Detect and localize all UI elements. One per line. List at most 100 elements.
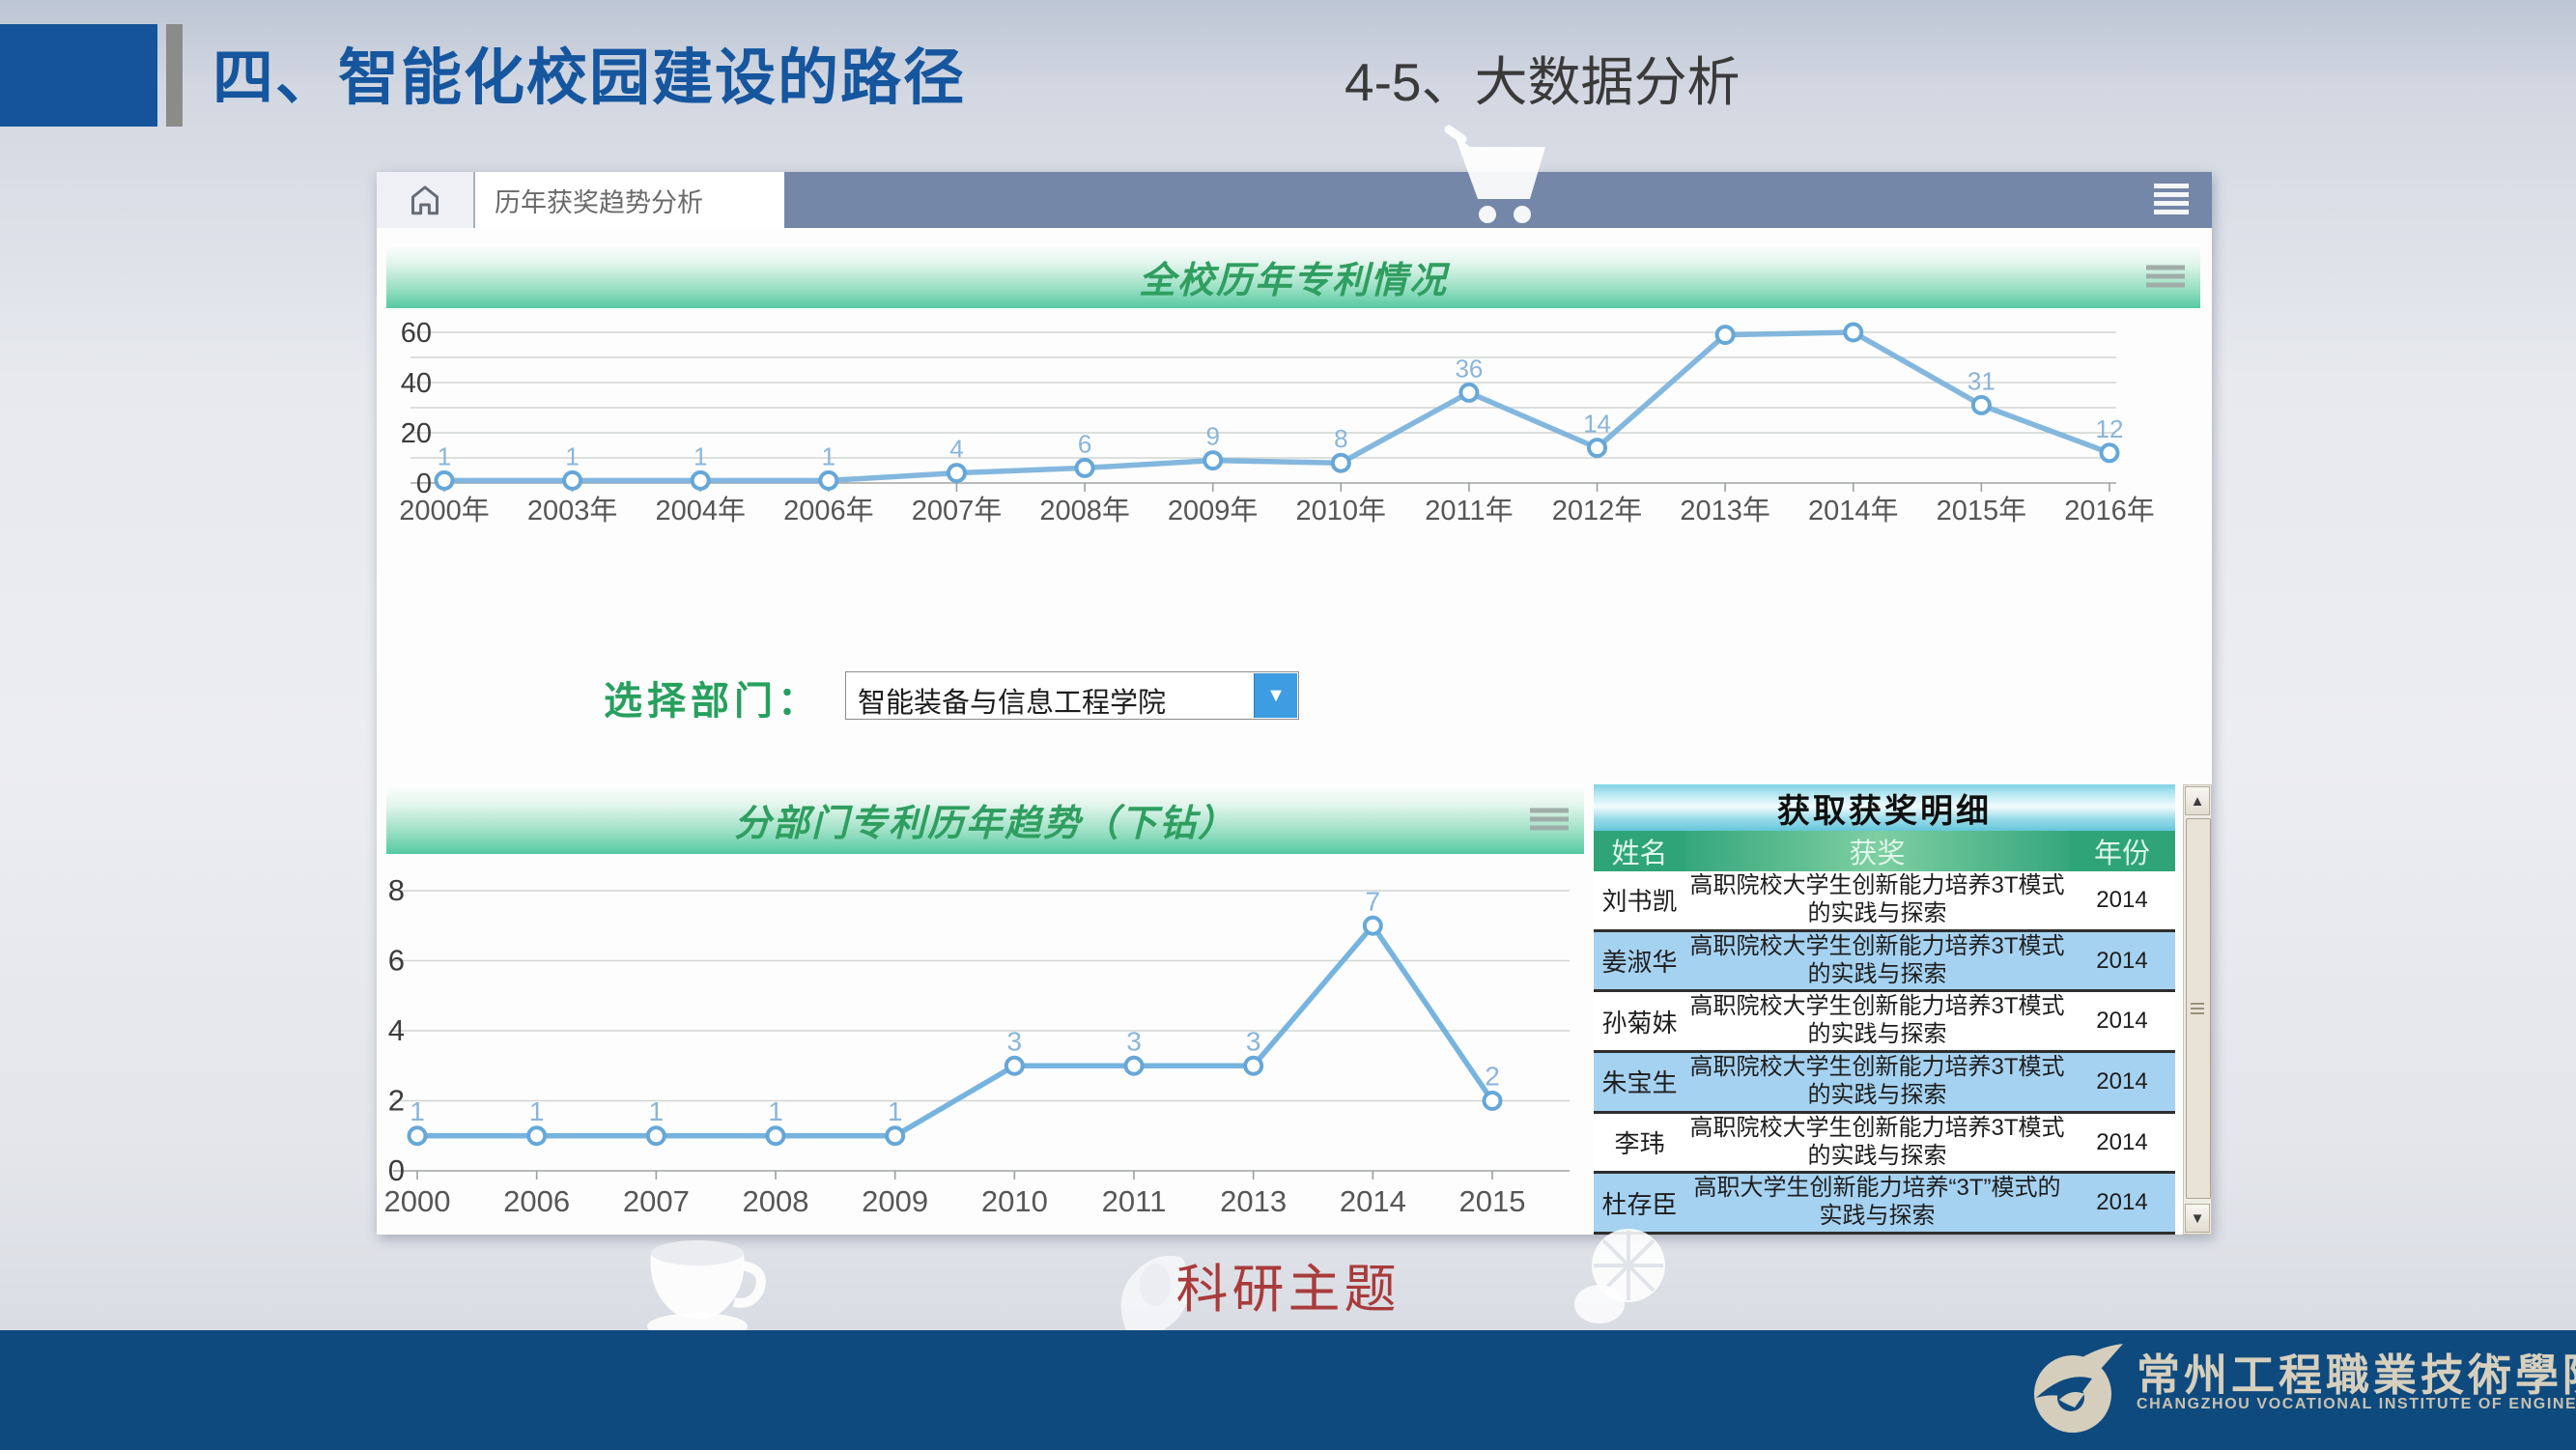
svg-text:2012年: 2012年 [1552, 495, 1643, 526]
svg-text:2007年: 2007年 [912, 495, 1003, 526]
svg-text:2010年: 2010年 [1296, 495, 1387, 526]
panel1-title: 全校历年专利情况 [1139, 250, 1448, 303]
svg-text:1: 1 [822, 441, 835, 470]
svg-text:1: 1 [438, 441, 451, 470]
dept-select[interactable]: 智能装备与信息工程学院 ▼ [845, 671, 1299, 720]
table-row[interactable]: 姜淑华高职院校大学生创新能力培养3T模式的实践与探索2014 [1594, 929, 2175, 993]
svg-text:1: 1 [529, 1096, 545, 1126]
table-row[interactable]: 孙菊妹高职院校大学生创新能力培养3T模式的实践与探索2014 [1594, 992, 2175, 1050]
svg-text:4: 4 [388, 1013, 405, 1047]
school-patent-trend-chart[interactable]: 02040602000年2003年2004年2006年2007年2008年200… [382, 305, 2207, 595]
svg-text:2000年: 2000年 [399, 495, 490, 526]
panel2-banner: 分部门专利历年趋势（下钻） [386, 784, 1584, 854]
svg-text:2: 2 [388, 1084, 405, 1118]
table-row[interactable]: 刘书凯高职院校大学生创新能力培养3T模式的实践与探索2014 [1594, 871, 2175, 929]
bi-dashboard: 历年获奖趋势分析 全校历年专利情况 02040602000年2003年2004年… [377, 172, 2212, 1235]
svg-text:8: 8 [1334, 424, 1347, 453]
scroll-up-icon[interactable]: ▲ [2185, 786, 2210, 815]
svg-text:1: 1 [694, 441, 707, 470]
svg-text:2015年: 2015年 [1937, 495, 2027, 526]
dept-select-value: 智能装备与信息工程学院 [858, 680, 1166, 721]
slide-caption: 科研主题 [0, 1246, 2576, 1322]
panel1-menu-icon[interactable] [2146, 262, 2185, 292]
tab-label: 历年获奖趋势分析 [495, 182, 703, 219]
cell-award: 高职院校大学生创新能力培养3T模式的实践与探索 [1685, 932, 2069, 990]
svg-text:2014年: 2014年 [1808, 495, 1899, 526]
table-title: 获取获奖明细 [1594, 784, 2175, 831]
cell-name: 孙菊妹 [1594, 992, 1685, 1050]
scrollbar-grip-icon [2191, 1000, 2204, 1017]
dashboard-tabbar: 历年获奖趋势分析 [377, 172, 2212, 228]
cell-name: 刘书凯 [1594, 871, 1685, 929]
svg-text:20: 20 [401, 418, 432, 449]
header-accent-block [0, 24, 157, 127]
scrollbar-thumb[interactable] [2186, 818, 2211, 1199]
school-logo-icon [2026, 1338, 2128, 1439]
column-header-year[interactable]: 年份 [2069, 831, 2175, 871]
svg-text:2016年: 2016年 [2064, 495, 2155, 526]
column-header-award[interactable]: 获奖 [1685, 831, 2069, 871]
svg-text:7: 7 [1366, 886, 1381, 916]
cell-year: 2014 [2069, 992, 2175, 1050]
svg-text:40: 40 [401, 368, 432, 399]
svg-text:3: 3 [1126, 1026, 1142, 1056]
svg-text:2006: 2006 [503, 1184, 570, 1218]
header-accent-bar [166, 24, 183, 127]
svg-text:0: 0 [388, 1153, 405, 1187]
table-row[interactable]: 李玮高职院校大学生创新能力培养3T模式的实践与探索2014 [1594, 1114, 2175, 1172]
cell-name: 杜存臣 [1594, 1174, 1685, 1232]
svg-text:2007: 2007 [623, 1184, 690, 1218]
svg-text:8: 8 [388, 873, 405, 907]
cell-award: 高职大学生创新能力培养“3T”模式的实践与探索 [1685, 1174, 2069, 1232]
svg-text:36: 36 [1455, 354, 1483, 383]
home-tab[interactable] [377, 172, 475, 228]
svg-text:2008年: 2008年 [1039, 495, 1130, 526]
cell-year: 2014 [2069, 1174, 2175, 1232]
home-icon [406, 181, 444, 219]
cell-award: 高职院校大学生创新能力培养3T模式的实践与探索 [1685, 1114, 2069, 1172]
svg-text:2004年: 2004年 [655, 495, 746, 526]
school-name-en: CHANGZHOU VOCATIONAL INSTITUTE OF ENGINE… [2137, 1396, 2576, 1413]
tab-award-trend-analysis[interactable]: 历年获奖趋势分析 [475, 172, 784, 228]
column-header-name[interactable]: 姓名 [1594, 831, 1685, 871]
svg-text:2010: 2010 [981, 1184, 1048, 1218]
svg-text:14: 14 [1583, 410, 1611, 439]
table-row[interactable]: 杜存臣高职大学生创新能力培养“3T”模式的实践与探索2014 [1594, 1171, 2175, 1235]
table-scrollbar[interactable]: ▲ ▼ [2183, 784, 2212, 1235]
svg-text:2011: 2011 [1102, 1184, 1167, 1218]
svg-text:1: 1 [649, 1096, 665, 1126]
scroll-down-icon[interactable]: ▼ [2185, 1204, 2210, 1233]
dept-selector-row: 选择部门： 智能装备与信息工程学院 ▼ [377, 669, 2212, 727]
svg-text:2000: 2000 [384, 1184, 451, 1218]
svg-text:31: 31 [1967, 366, 1996, 395]
svg-text:2013年: 2013年 [1680, 495, 1770, 526]
dashboard-menu-icon[interactable] [2154, 180, 2189, 218]
dept-selector-label: 选择部门： [604, 669, 821, 725]
cell-year: 2014 [2069, 1053, 2175, 1111]
cell-award: 高职院校大学生创新能力培养3T模式的实践与探索 [1685, 871, 2069, 929]
svg-text:9: 9 [1205, 422, 1219, 451]
panel2-menu-icon[interactable] [1530, 805, 1569, 835]
cell-award: 高职院校大学生创新能力培养3T模式的实践与探索 [1685, 992, 2069, 1050]
svg-text:6: 6 [1078, 429, 1091, 458]
cell-year: 2014 [2069, 932, 2175, 990]
slide: 四、智能化校园建设的路径 4-5、大数据分析 [0, 0, 2576, 1450]
svg-text:2008: 2008 [743, 1184, 809, 1218]
slide-subtitle: 4-5、大数据分析 [1345, 39, 1741, 116]
panel2-title: 分部门专利历年趋势（下钻） [734, 793, 1236, 846]
svg-text:1: 1 [565, 441, 579, 470]
svg-text:3: 3 [1246, 1026, 1261, 1056]
svg-text:1: 1 [410, 1096, 425, 1126]
svg-text:4: 4 [949, 435, 963, 464]
svg-text:2013: 2013 [1220, 1184, 1287, 1218]
svg-text:2009: 2009 [862, 1184, 928, 1218]
svg-text:2006年: 2006年 [783, 495, 874, 526]
dept-select-arrow-button[interactable]: ▼ [1254, 673, 1297, 718]
table-header: 姓名 获奖 年份 [1594, 831, 2175, 871]
chevron-down-icon: ▼ [1266, 686, 1286, 705]
table-row[interactable]: 朱宝生高职院校大学生创新能力培养3T模式的实践与探索2014 [1594, 1050, 2175, 1114]
tabbar-filler [784, 172, 2212, 228]
svg-text:1: 1 [768, 1096, 783, 1126]
dept-patent-trend-chart[interactable]: 0246820002006200720082009201020112013201… [372, 856, 1579, 1235]
school-name-zh: 常州工程職業技術學院 [2137, 1340, 2576, 1403]
